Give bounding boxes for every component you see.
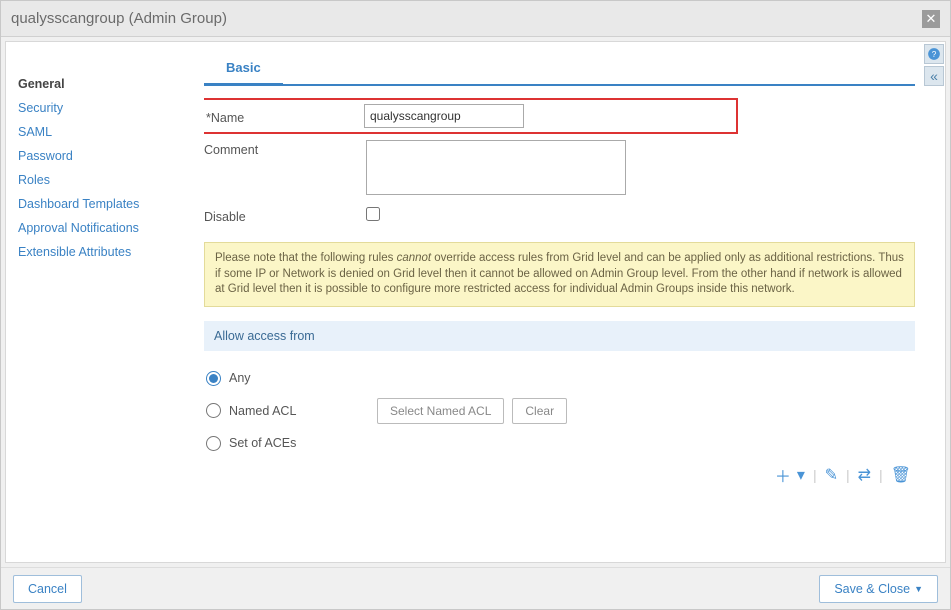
name-input[interactable] — [364, 104, 524, 128]
edit-icon[interactable]: ✎ — [825, 465, 838, 485]
dialog-footer: Cancel Save & Close▼ — [1, 567, 950, 609]
help-icon[interactable]: ? — [924, 44, 944, 64]
sidebar-item-approval-notifications[interactable]: Approval Notifications — [18, 216, 184, 240]
sidebar-item-roles[interactable]: Roles — [18, 168, 184, 192]
sidebar-nav: General Security SAML Password Roles Das… — [6, 42, 196, 562]
chevron-down-icon: ▼ — [914, 584, 923, 594]
comment-label: Comment — [204, 140, 366, 157]
disable-label: Disable — [204, 207, 366, 224]
trash-icon[interactable]: 🗑 — [891, 465, 911, 485]
radio-named-acl-label: Named ACL — [229, 404, 369, 418]
clear-named-acl-button[interactable]: Clear — [512, 398, 567, 424]
tabs-row: Basic — [204, 52, 915, 86]
radio-any-label: Any — [229, 371, 369, 385]
save-close-button[interactable]: Save & Close▼ — [819, 575, 938, 603]
ace-toolbar: ＋ ▾ | ✎ | ⇄ | 🗑 — [204, 461, 915, 491]
radio-row-set-of-aces: Set of ACEs — [206, 430, 913, 457]
sidebar-item-saml[interactable]: SAML — [18, 120, 184, 144]
allow-access-section-header: Allow access from — [204, 321, 915, 351]
radio-row-any: Any — [206, 365, 913, 392]
svg-text:?: ? — [932, 50, 937, 59]
radio-named-acl[interactable] — [206, 403, 221, 418]
sidebar-item-extensible-attributes[interactable]: Extensible Attributes — [18, 240, 184, 264]
access-rules-note: Please note that the following rules can… — [204, 242, 915, 307]
cancel-button[interactable]: Cancel — [13, 575, 82, 603]
select-named-acl-button[interactable]: Select Named ACL — [377, 398, 504, 424]
dialog-header: qualysscangroup (Admin Group) ✕ — [1, 1, 950, 37]
admin-group-dialog: qualysscangroup (Admin Group) ✕ ? « Gene… — [0, 0, 951, 610]
radio-any[interactable] — [206, 371, 221, 386]
tab-basic[interactable]: Basic — [204, 52, 283, 86]
allow-access-radio-group: Any Named ACL Select Named ACL Clear Set… — [204, 351, 915, 461]
scroll-area[interactable]: *Name Comment Disable Please note that t… — [204, 86, 915, 562]
name-row-highlight: *Name — [204, 98, 738, 134]
add-dropdown-icon[interactable]: ▾ — [797, 465, 805, 485]
radio-row-named-acl: Named ACL Select Named ACL Clear — [206, 392, 913, 430]
sidebar-item-password[interactable]: Password — [18, 144, 184, 168]
radio-set-of-aces-label: Set of ACEs — [229, 436, 369, 450]
dialog-body: ? « General Security SAML Password Roles… — [5, 41, 946, 563]
add-icon[interactable]: ＋ — [775, 463, 791, 487]
close-icon[interactable]: ✕ — [922, 10, 940, 28]
collapse-panel-icon[interactable]: « — [924, 66, 944, 86]
dialog-title: qualysscangroup (Admin Group) — [11, 10, 227, 27]
disable-checkbox[interactable] — [366, 207, 380, 221]
sidebar-item-dashboard-templates[interactable]: Dashboard Templates — [18, 192, 184, 216]
comment-textarea[interactable] — [366, 140, 626, 195]
name-label: *Name — [206, 108, 364, 125]
disable-row: Disable — [204, 201, 915, 230]
swap-icon[interactable]: ⇄ — [858, 465, 871, 485]
radio-set-of-aces[interactable] — [206, 436, 221, 451]
comment-row: Comment — [204, 134, 915, 201]
main-panel: Basic *Name Comment Disable Please note … — [196, 42, 945, 562]
sidebar-item-security[interactable]: Security — [18, 96, 184, 120]
sidebar-item-general[interactable]: General — [18, 72, 184, 96]
right-rail: ? « — [923, 42, 945, 86]
